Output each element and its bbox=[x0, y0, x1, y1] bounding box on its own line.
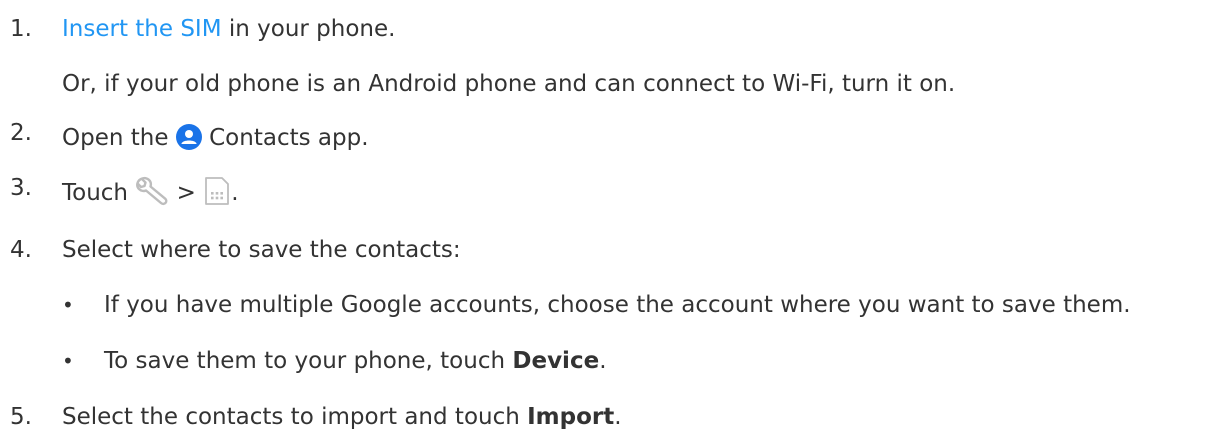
step-text-prefix: Open the bbox=[62, 125, 176, 151]
contacts-app-icon bbox=[175, 123, 202, 150]
step-text: Touch > . bbox=[62, 176, 239, 209]
step-text-suffix: . bbox=[231, 180, 239, 206]
step-text-prefix: Touch bbox=[62, 180, 136, 206]
bullet-marker: • bbox=[62, 349, 74, 373]
step-number: 5. bbox=[10, 404, 32, 430]
step-number: 3. bbox=[10, 175, 32, 201]
bullet-text: To save them to your phone, touch Device… bbox=[104, 345, 607, 377]
device-option-label: Device bbox=[512, 348, 600, 374]
bullet-text-suffix: . bbox=[599, 348, 607, 374]
sim-card-icon bbox=[203, 176, 231, 206]
import-button-label: Import bbox=[527, 404, 615, 430]
step-number: 4. bbox=[10, 237, 32, 263]
bullet-marker: • bbox=[62, 293, 74, 317]
step-text: Select the contacts to import and touch … bbox=[62, 401, 622, 433]
step-text: Open the Contacts app. bbox=[62, 122, 369, 154]
step-subtext: Or, if your old phone is an Android phon… bbox=[62, 71, 956, 97]
step-number: 2. bbox=[10, 120, 32, 146]
step-text-suffix: . bbox=[614, 404, 622, 430]
step-text: Select where to save the contacts: bbox=[62, 237, 461, 263]
wrench-icon bbox=[135, 176, 169, 206]
bullet-text-prefix: To save them to your phone, touch bbox=[104, 348, 513, 374]
step-number: 1. bbox=[10, 16, 32, 42]
step-text-prefix: Select the contacts to import and touch bbox=[62, 404, 528, 430]
step-text: Insert the SIM in your phone. bbox=[62, 13, 395, 45]
separator: > bbox=[169, 180, 204, 206]
step-text-suffix: Contacts app. bbox=[201, 125, 369, 151]
insert-sim-link[interactable]: Insert the SIM bbox=[62, 16, 222, 42]
bullet-text: If you have multiple Google accounts, ch… bbox=[104, 292, 1131, 318]
step-text-rest: in your phone. bbox=[221, 16, 396, 42]
